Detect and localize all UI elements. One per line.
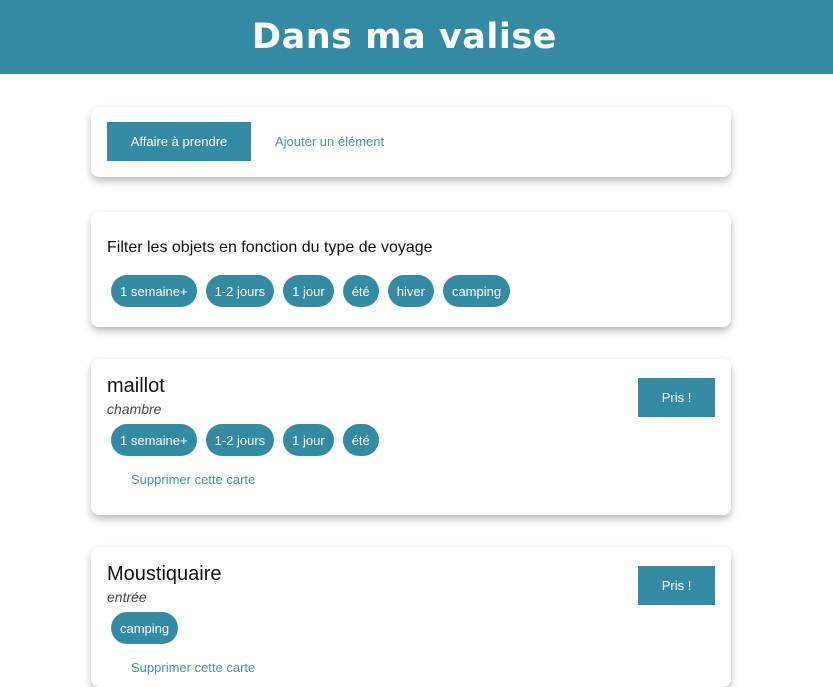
- items-to-take-button[interactable]: Affaire à prendre: [107, 122, 251, 161]
- filter-card: Filter les objets en fonction du type de…: [91, 212, 731, 327]
- item-tag: 1-2 jours: [205, 424, 275, 456]
- item-tag: 1 semaine+: [111, 424, 197, 456]
- item-tag: 1 jour: [283, 424, 334, 456]
- item-room: chambre: [107, 401, 162, 417]
- app-title: Dans ma valise: [252, 17, 557, 57]
- item-tag: été: [342, 424, 379, 456]
- app-header: Dans ma valise: [0, 0, 833, 74]
- filter-tag[interactable]: 1 semaine+: [111, 275, 197, 307]
- item-name: maillot: [107, 375, 165, 397]
- filter-tag[interactable]: camping: [442, 275, 511, 307]
- actions-card: Affaire à prendre Ajouter un élément: [91, 107, 731, 177]
- item-tags: 1 semaine+ 1-2 jours 1 jour été: [111, 424, 379, 456]
- filter-tag[interactable]: été: [342, 275, 379, 307]
- item-card: maillot chambre 1 semaine+ 1-2 jours 1 j…: [91, 359, 731, 515]
- filter-tag[interactable]: 1-2 jours: [205, 275, 275, 307]
- delete-card-link[interactable]: Supprimer cette carte: [131, 472, 255, 487]
- delete-card-link[interactable]: Supprimer cette carte: [131, 660, 255, 675]
- item-card: Moustiquaire entrée camping Supprimer ce…: [91, 547, 731, 687]
- item-name: Moustiquaire: [107, 563, 222, 585]
- taken-button[interactable]: Pris !: [638, 566, 715, 605]
- filter-tag[interactable]: hiver: [387, 275, 434, 307]
- filter-tags: 1 semaine+ 1-2 jours 1 jour été hiver ca…: [111, 275, 511, 307]
- add-item-link[interactable]: Ajouter un élément: [275, 134, 384, 149]
- filter-title: Filter les objets en fonction du type de…: [107, 239, 433, 256]
- item-tag: camping: [111, 612, 179, 644]
- item-room: entrée: [107, 589, 147, 605]
- item-tags: camping: [111, 612, 179, 644]
- taken-button[interactable]: Pris !: [638, 378, 715, 417]
- filter-tag[interactable]: 1 jour: [283, 275, 334, 307]
